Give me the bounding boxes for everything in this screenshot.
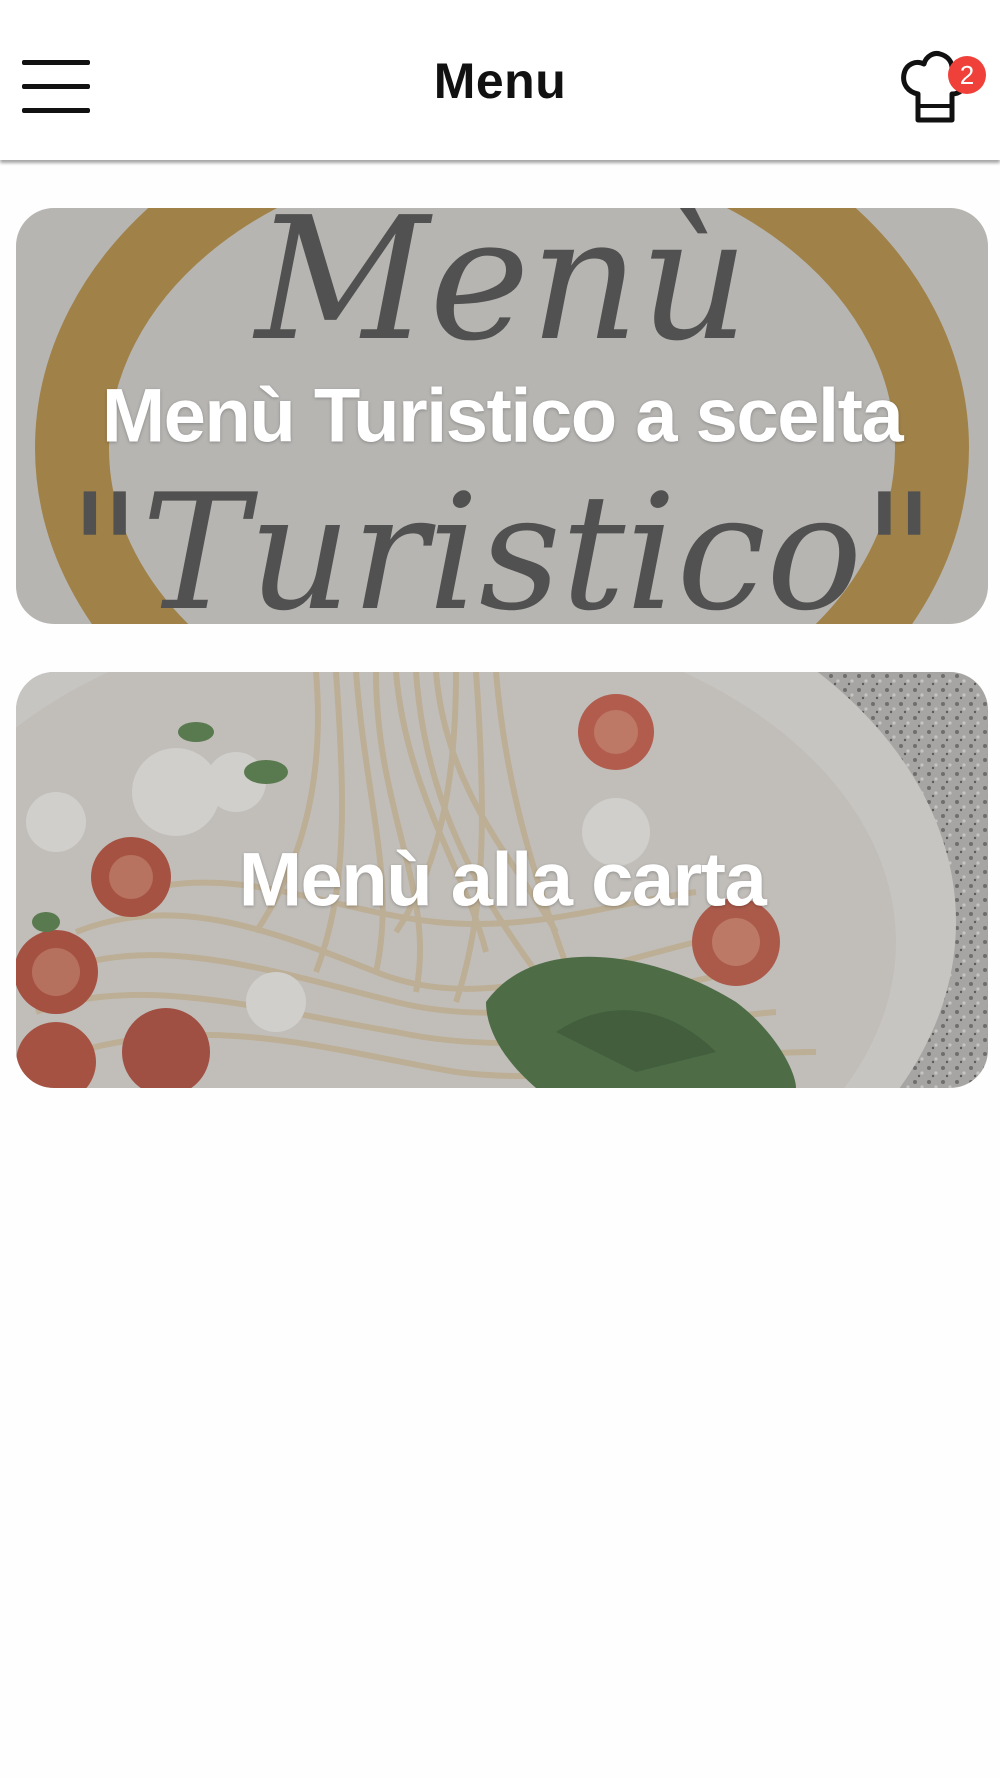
app-root: Menu 2 Menù "Turistico" Menù Turistico a…	[0, 0, 1000, 1778]
category-title: Menù Turistico a scelta	[101, 373, 904, 459]
page-title: Menu	[433, 53, 567, 109]
cart-count-badge: 2	[948, 56, 986, 94]
category-card-menu-alla-carta[interactable]: Menù alla carta	[16, 672, 988, 1088]
cart-button[interactable]: 2	[900, 50, 990, 130]
category-title: Menù alla carta	[238, 837, 767, 923]
category-card-menu-turistico[interactable]: Menù "Turistico" Menù Turistico a scelta	[16, 208, 988, 624]
top-app-bar: Menu 2	[0, 0, 1000, 160]
